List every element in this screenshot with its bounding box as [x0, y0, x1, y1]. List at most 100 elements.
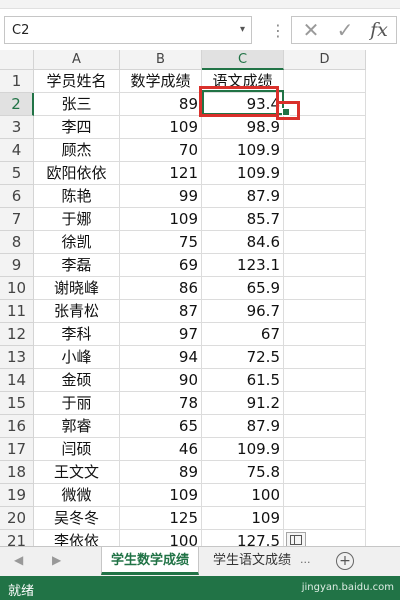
column-header[interactable]: A: [34, 50, 120, 70]
cell-math[interactable]: 109: [120, 208, 202, 231]
row-header[interactable]: 13: [0, 346, 34, 369]
cell-math[interactable]: 121: [120, 162, 202, 185]
header-cell-chinese[interactable]: 语文成绩: [202, 70, 284, 93]
cell-math[interactable]: 78: [120, 392, 202, 415]
enter-icon[interactable]: ✓: [330, 17, 360, 43]
empty-cell[interactable]: [284, 208, 366, 231]
cell-name[interactable]: 小峰: [34, 346, 120, 369]
chevron-down-icon[interactable]: ▾: [240, 24, 245, 35]
cell-math[interactable]: 87: [120, 300, 202, 323]
cell-chinese[interactable]: 127.5: [202, 530, 284, 546]
empty-cell[interactable]: [284, 277, 366, 300]
function-icon[interactable]: fx: [364, 17, 394, 43]
cell-name[interactable]: 谢晓峰: [34, 277, 120, 300]
cell-name[interactable]: 李四: [34, 116, 120, 139]
cell-name[interactable]: 闫硕: [34, 438, 120, 461]
row-header[interactable]: 14: [0, 369, 34, 392]
empty-cell[interactable]: [284, 300, 366, 323]
next-sheet-icon[interactable]: ▶: [52, 553, 61, 567]
cell-math[interactable]: 90: [120, 369, 202, 392]
empty-cell[interactable]: [284, 116, 366, 139]
cell-chinese[interactable]: 109.9: [202, 438, 284, 461]
cell-math[interactable]: 75: [120, 231, 202, 254]
cell-name[interactable]: 于丽: [34, 392, 120, 415]
row-header[interactable]: 21: [0, 530, 34, 546]
row-header[interactable]: 16: [0, 415, 34, 438]
name-box[interactable]: C2 ▾: [4, 16, 252, 44]
cell-name[interactable]: 李磊: [34, 254, 120, 277]
cell-name[interactable]: 欧阳依依: [34, 162, 120, 185]
cell-math[interactable]: 69: [120, 254, 202, 277]
cell-chinese[interactable]: 98.9: [202, 116, 284, 139]
cell-name[interactable]: 吴冬冬: [34, 507, 120, 530]
cell-chinese[interactable]: 67: [202, 323, 284, 346]
cell-chinese[interactable]: 87.9: [202, 185, 284, 208]
row-header[interactable]: 8: [0, 231, 34, 254]
cell-chinese[interactable]: 65.9: [202, 277, 284, 300]
empty-cell[interactable]: [284, 415, 366, 438]
empty-cell[interactable]: [284, 93, 366, 116]
empty-cell[interactable]: [284, 254, 366, 277]
cell-chinese[interactable]: 123.1: [202, 254, 284, 277]
cell-math[interactable]: 97: [120, 323, 202, 346]
cell-chinese[interactable]: 61.5: [202, 369, 284, 392]
row-header[interactable]: 3: [0, 116, 34, 139]
cell-math[interactable]: 89: [120, 93, 202, 116]
cell-math[interactable]: 99: [120, 185, 202, 208]
cell-math[interactable]: 109: [120, 484, 202, 507]
row-header[interactable]: 4: [0, 139, 34, 162]
empty-cell[interactable]: [284, 231, 366, 254]
cell-chinese[interactable]: 85.7: [202, 208, 284, 231]
cancel-icon[interactable]: ✕: [296, 17, 326, 43]
cell-math[interactable]: 86: [120, 277, 202, 300]
row-header[interactable]: 15: [0, 392, 34, 415]
empty-cell[interactable]: [284, 162, 366, 185]
empty-cell[interactable]: [284, 70, 366, 93]
row-header[interactable]: 11: [0, 300, 34, 323]
cell-math[interactable]: 125: [120, 507, 202, 530]
cell-name[interactable]: 王文文: [34, 461, 120, 484]
cell-name[interactable]: 李依依: [34, 530, 120, 546]
cell-chinese[interactable]: 109.9: [202, 162, 284, 185]
row-header[interactable]: 1: [0, 70, 34, 93]
more-tabs-icon[interactable]: ...: [300, 553, 311, 566]
cell-math[interactable]: 46: [120, 438, 202, 461]
empty-cell[interactable]: [284, 346, 366, 369]
cell-name[interactable]: 于娜: [34, 208, 120, 231]
row-header[interactable]: 20: [0, 507, 34, 530]
cell-name[interactable]: 郭睿: [34, 415, 120, 438]
select-all-corner[interactable]: [0, 50, 34, 70]
tab-chinese-scores[interactable]: 学生语文成绩: [204, 547, 300, 575]
cell-math[interactable]: 100: [120, 530, 202, 546]
tab-math-scores[interactable]: 学生数学成绩: [101, 547, 199, 575]
cell-chinese[interactable]: 84.6: [202, 231, 284, 254]
cell-math[interactable]: 109: [120, 116, 202, 139]
header-cell-math[interactable]: 数学成绩: [120, 70, 202, 93]
row-header[interactable]: 7: [0, 208, 34, 231]
cell-math[interactable]: 94: [120, 346, 202, 369]
empty-cell[interactable]: [284, 392, 366, 415]
fill-handle[interactable]: [282, 108, 290, 116]
header-cell-name[interactable]: 学员姓名: [34, 70, 120, 93]
column-header[interactable]: B: [120, 50, 202, 70]
cell-chinese[interactable]: 91.2: [202, 392, 284, 415]
cell-chinese[interactable]: 109: [202, 507, 284, 530]
cell-chinese[interactable]: 100: [202, 484, 284, 507]
empty-cell[interactable]: [284, 507, 366, 530]
row-header[interactable]: 19: [0, 484, 34, 507]
column-header[interactable]: D: [284, 50, 366, 70]
row-header[interactable]: 2: [0, 93, 34, 116]
cell-chinese[interactable]: 72.5: [202, 346, 284, 369]
row-header[interactable]: 6: [0, 185, 34, 208]
cell-name[interactable]: 陈艳: [34, 185, 120, 208]
empty-cell[interactable]: [284, 484, 366, 507]
empty-cell[interactable]: [284, 369, 366, 392]
cell-math[interactable]: 89: [120, 461, 202, 484]
cell-name[interactable]: 顾杰: [34, 139, 120, 162]
cell-name[interactable]: 微微: [34, 484, 120, 507]
cell-math[interactable]: 65: [120, 415, 202, 438]
cell-name[interactable]: 李科: [34, 323, 120, 346]
row-header[interactable]: 10: [0, 277, 34, 300]
add-sheet-icon[interactable]: +: [336, 552, 354, 570]
cell-chinese[interactable]: 87.9: [202, 415, 284, 438]
